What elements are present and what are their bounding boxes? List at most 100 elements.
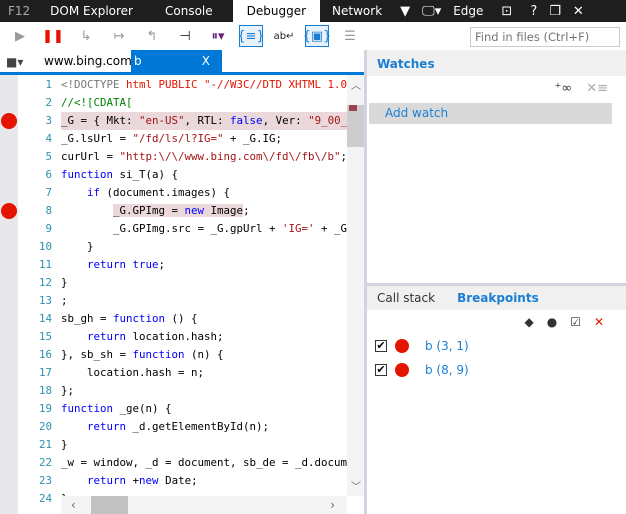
tab-breakpoints[interactable]: Breakpoints — [457, 291, 539, 305]
code-line[interactable]: 12} — [18, 274, 347, 292]
breakpoint-icon[interactable] — [1, 113, 17, 129]
code-line[interactable]: 21} — [18, 436, 347, 454]
help-icon[interactable]: ? — [524, 4, 543, 19]
breakpoint-label[interactable]: b (8, 9) — [425, 363, 469, 377]
code-line[interactable]: 11 return true; — [18, 256, 347, 274]
word-wrap-icon[interactable]: ab↵ — [272, 25, 296, 47]
code-line[interactable]: 2 //<![CDATA[ — [18, 94, 347, 112]
just-my-code-icon[interactable]: {▣} — [303, 25, 331, 47]
code-line[interactable]: 18}; — [18, 382, 347, 400]
console-icon[interactable]: ⊡ — [495, 4, 518, 19]
watches-title: Watches — [367, 50, 626, 76]
tab-call-stack[interactable]: Call stack — [377, 291, 435, 305]
horizontal-scrollbar[interactable]: ‹ › — [61, 496, 347, 514]
break-on-new-worker-icon[interactable]: ⊣ — [173, 25, 197, 47]
code-line[interactable]: 5 curUrl = "http:\/\/www.bing.com\/fd\/fb… — [18, 148, 347, 166]
step-out-icon[interactable]: ↰ — [140, 25, 164, 47]
code-line[interactable]: 14 sb_gh = function () { — [18, 310, 347, 328]
code-line[interactable]: 7 if (document.images) { — [18, 184, 347, 202]
code-text: return true; — [87, 258, 166, 271]
code-text: //<![CDATA[ — [61, 96, 133, 109]
add-tracepoint-icon[interactable]: ◆ — [524, 315, 533, 329]
horizontal-scroll-thumb[interactable] — [91, 496, 128, 514]
code-line[interactable]: 3 _G = { Mkt: "en-US", RTL: false, Ver: "… — [18, 112, 347, 130]
code-line[interactable]: 20 return _d.getElementById(n); — [18, 418, 347, 436]
breakpoint-checkbox[interactable]: ✔ — [375, 364, 387, 376]
tab-network[interactable]: Network — [320, 0, 394, 22]
code-line[interactable]: 16 }, sb_sh = function (n) { — [18, 346, 347, 364]
line-number: 19 — [38, 402, 52, 415]
emulation-label[interactable]: Edge — [447, 0, 489, 22]
add-watch-button[interactable]: Add watch — [369, 103, 612, 124]
close-tab-icon[interactable]: X — [202, 50, 210, 72]
breakpoint-marker — [349, 105, 357, 111]
scroll-down-icon[interactable]: ﹀ — [351, 478, 361, 493]
document-tabs: ■▾ www.bing.com bX — [0, 50, 365, 75]
code-line[interactable]: 19 function _ge(n) { — [18, 400, 347, 418]
breakpoint-checkbox[interactable]: ✔ — [375, 340, 387, 352]
folder-icon[interactable]: ■▾ — [6, 55, 23, 69]
code-text: _G.GPImg = new Image; — [113, 204, 250, 217]
line-number: 16 — [38, 348, 52, 361]
code-editor[interactable]: 1 <!DOCTYPE html PUBLIC "-//W3C//DTD XHTM… — [18, 75, 347, 514]
delete-all-breakpoints-icon[interactable]: ✕ — [594, 315, 604, 329]
scroll-up-icon[interactable]: ︿ — [351, 77, 361, 92]
breakpoint-item[interactable]: ✔ b (8, 9) — [375, 361, 469, 379]
more-tools-icon[interactable]: ▼ — [394, 4, 416, 19]
code-text: return location.hash; — [87, 330, 224, 343]
code-text: sb_gh = function () { — [61, 312, 198, 325]
code-text: }, sb_sh = function (n) { — [61, 348, 224, 361]
code-line[interactable]: 23 return +new Date; — [18, 472, 347, 490]
close-icon[interactable]: ✕ — [567, 4, 590, 19]
add-watch-icon[interactable]: ⁺∞ — [555, 81, 573, 96]
scroll-left-icon[interactable]: ‹ — [71, 498, 76, 512]
code-text: } — [61, 276, 68, 289]
code-text: function _ge(n) { — [61, 402, 172, 415]
code-line[interactable]: 22 _w = window, _d = document, sb_de = _d… — [18, 454, 347, 472]
exception-behavior-icon[interactable]: ⏸▾ — [206, 25, 230, 47]
code-line[interactable]: 13; — [18, 292, 347, 310]
breakpoint-gutter[interactable] — [0, 75, 18, 514]
tab-debugger[interactable]: Debugger — [232, 0, 321, 22]
code-line[interactable]: 6 function si_T(a) { — [18, 166, 347, 184]
scroll-right-icon[interactable]: › — [330, 498, 335, 512]
emulation-icon[interactable]: 🖵▾ — [416, 4, 447, 19]
add-event-breakpoint-icon[interactable]: ● — [547, 315, 557, 329]
toggle-all-breakpoints-icon[interactable]: ☑ — [570, 315, 581, 329]
line-number: 7 — [45, 186, 52, 199]
line-number: 17 — [38, 366, 52, 379]
vertical-scrollbar[interactable]: ︿ ﹀ — [347, 75, 364, 496]
undock-icon[interactable]: ❐ — [543, 4, 567, 19]
breakpoint-item[interactable]: ✔ b (3, 1) — [375, 337, 469, 355]
delete-all-watches-icon[interactable]: ✕≡ — [586, 81, 608, 96]
code-line[interactable]: 8 _G.GPImg = new Image; — [18, 202, 347, 220]
f12-label: F12 — [8, 4, 31, 18]
tab-dom-explorer[interactable]: DOM Explorer — [38, 0, 145, 22]
vertical-scroll-thumb[interactable] — [347, 105, 364, 147]
line-number: 13 — [38, 294, 52, 307]
code-text: <!DOCTYPE html PUBLIC "-//W3C//DTD XHTML… — [61, 78, 347, 91]
tab-b[interactable]: bX — [131, 50, 222, 72]
find-in-files-input[interactable] — [470, 27, 620, 47]
tab-www-bing-com[interactable]: www.bing.com — [36, 50, 132, 72]
source-maps-icon[interactable]: ☰ — [338, 25, 362, 47]
continue-icon[interactable]: ▶ — [8, 25, 32, 47]
line-number: 2 — [45, 96, 52, 109]
code-text: curUrl = "http:\/\/www.bing.com\/fd\/fb\… — [61, 150, 347, 163]
break-icon[interactable]: ❚❚ — [41, 25, 65, 47]
code-line[interactable]: 4 _G.lsUrl = "/fd/ls/l?IG=" + _G.IG; — [18, 130, 347, 148]
code-line[interactable]: 17 location.hash = n; — [18, 364, 347, 382]
code-line[interactable]: 15 return location.hash; — [18, 328, 347, 346]
step-into-icon[interactable]: ↳ — [74, 25, 98, 47]
code-text: _G.GPImg.src = _G.gpUrl + 'IG=' + _G.I — [61, 222, 347, 235]
line-number: 23 — [38, 474, 52, 487]
code-line[interactable]: 9 _G.GPImg.src = _G.gpUrl + 'IG=' + _G.I — [18, 220, 347, 238]
code-line[interactable]: 10 } — [18, 238, 347, 256]
breakpoint-icon[interactable] — [1, 203, 17, 219]
code-line[interactable]: 1 <!DOCTYPE html PUBLIC "-//W3C//DTD XHTM… — [18, 76, 347, 94]
breakpoint-label[interactable]: b (3, 1) — [425, 339, 469, 353]
pretty-print-icon[interactable]: {≡} — [237, 25, 265, 47]
side-panel: Watches ⁺∞ ✕≡ Add watch Call stack Break… — [367, 50, 626, 514]
tab-console[interactable]: Console — [145, 0, 233, 22]
step-over-icon[interactable]: ↦ — [107, 25, 131, 47]
